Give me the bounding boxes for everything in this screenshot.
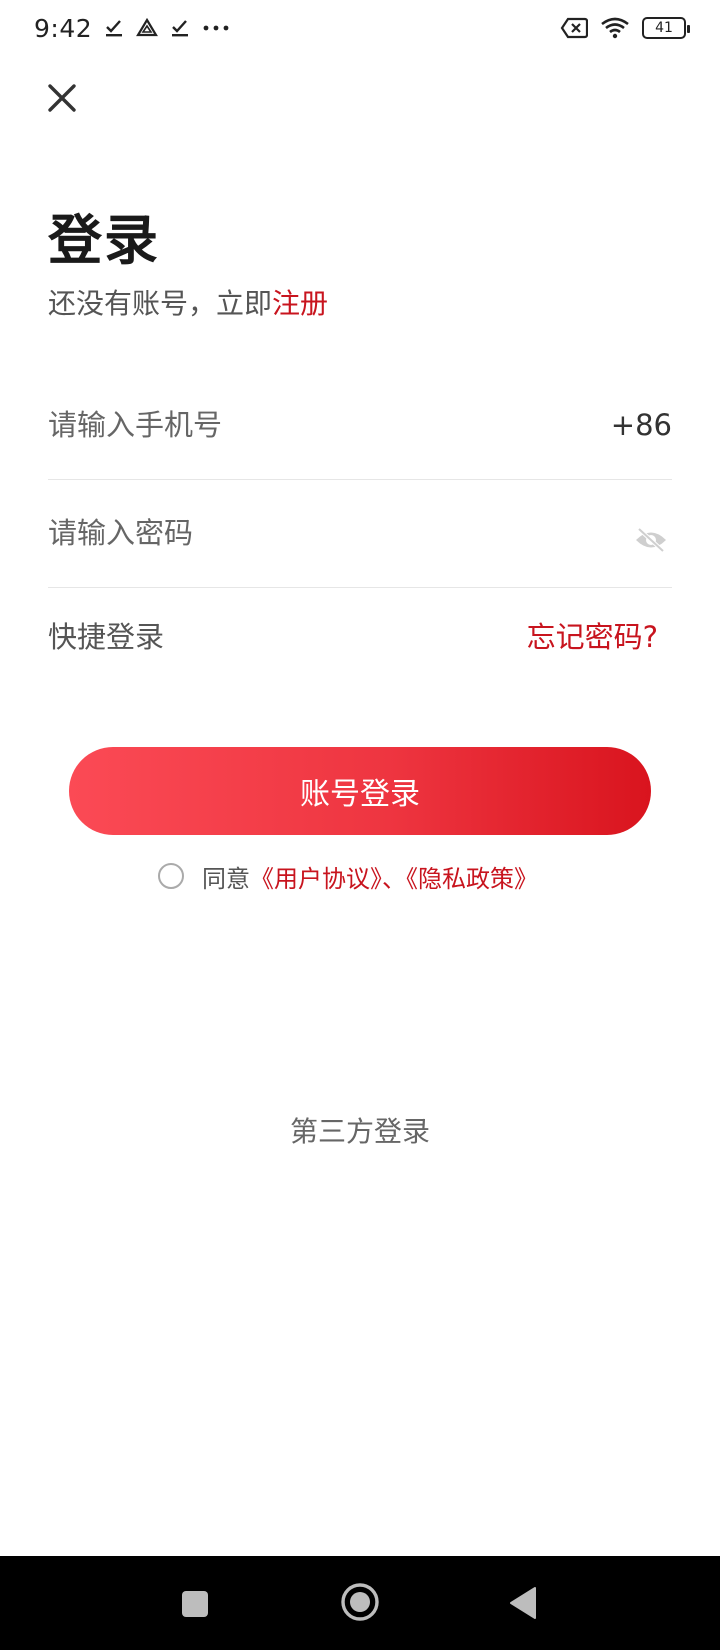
register-prompt-text: 还没有账号，立即 [48,287,273,320]
check-download-icon [104,18,124,38]
recent-apps-button[interactable] [180,1589,210,1619]
register-link[interactable]: 注册 [272,287,328,320]
check-download-icon [170,18,190,38]
password-row [48,498,672,568]
password-input[interactable] [48,516,528,550]
login-screen: 9:42 41 登录 还没有账号，立即注册 请输入手机号 +86 快捷登录 忘记… [0,0,720,1650]
wifi-icon [600,17,630,39]
agreement-row: 同意 《用户协议》、《隐私政策》 [158,858,538,894]
page-title: 登录 [48,209,160,272]
account-login-button[interactable]: 账号登录 [69,747,651,835]
country-code[interactable]: +86 [611,408,672,442]
divider [48,479,672,480]
home-button[interactable] [340,1582,380,1622]
back-button[interactable] [508,1586,538,1620]
third-party-login-label: 第三方登录 [289,1115,430,1148]
battery-level: 41 [655,20,673,36]
status-right: 41 [560,17,690,39]
agree-checkbox[interactable] [158,863,184,889]
forgot-password-link[interactable]: 忘记密码? [527,614,658,656]
divider [48,587,672,588]
register-prompt: 还没有账号，立即注册 [48,282,328,322]
agreement-links[interactable]: 《用户协议》、《隐私政策》 [250,859,538,894]
battery-icon: 41 [642,17,690,39]
no-sim-icon [560,17,588,39]
eye-off-icon [636,527,666,553]
phone-input[interactable] [48,408,528,442]
quick-login-link[interactable]: 快捷登录 [48,614,164,656]
status-time: 9:42 [34,13,93,43]
drive-icon [136,18,159,38]
recent-apps-icon [182,1591,208,1617]
back-icon [510,1587,536,1619]
close-icon [48,84,76,112]
agreement-prefix: 同意 [202,864,250,893]
password-visibility-toggle[interactable] [634,527,668,553]
navigation-bar [0,1556,720,1650]
status-bar: 9:42 41 [0,0,720,56]
status-left: 9:42 [34,14,230,43]
close-button[interactable] [42,78,82,118]
quick-login-row: 快捷登录 忘记密码? [48,600,672,670]
more-dots-icon [202,24,230,32]
home-icon [341,1583,379,1621]
phone-row: +86 [48,390,672,460]
